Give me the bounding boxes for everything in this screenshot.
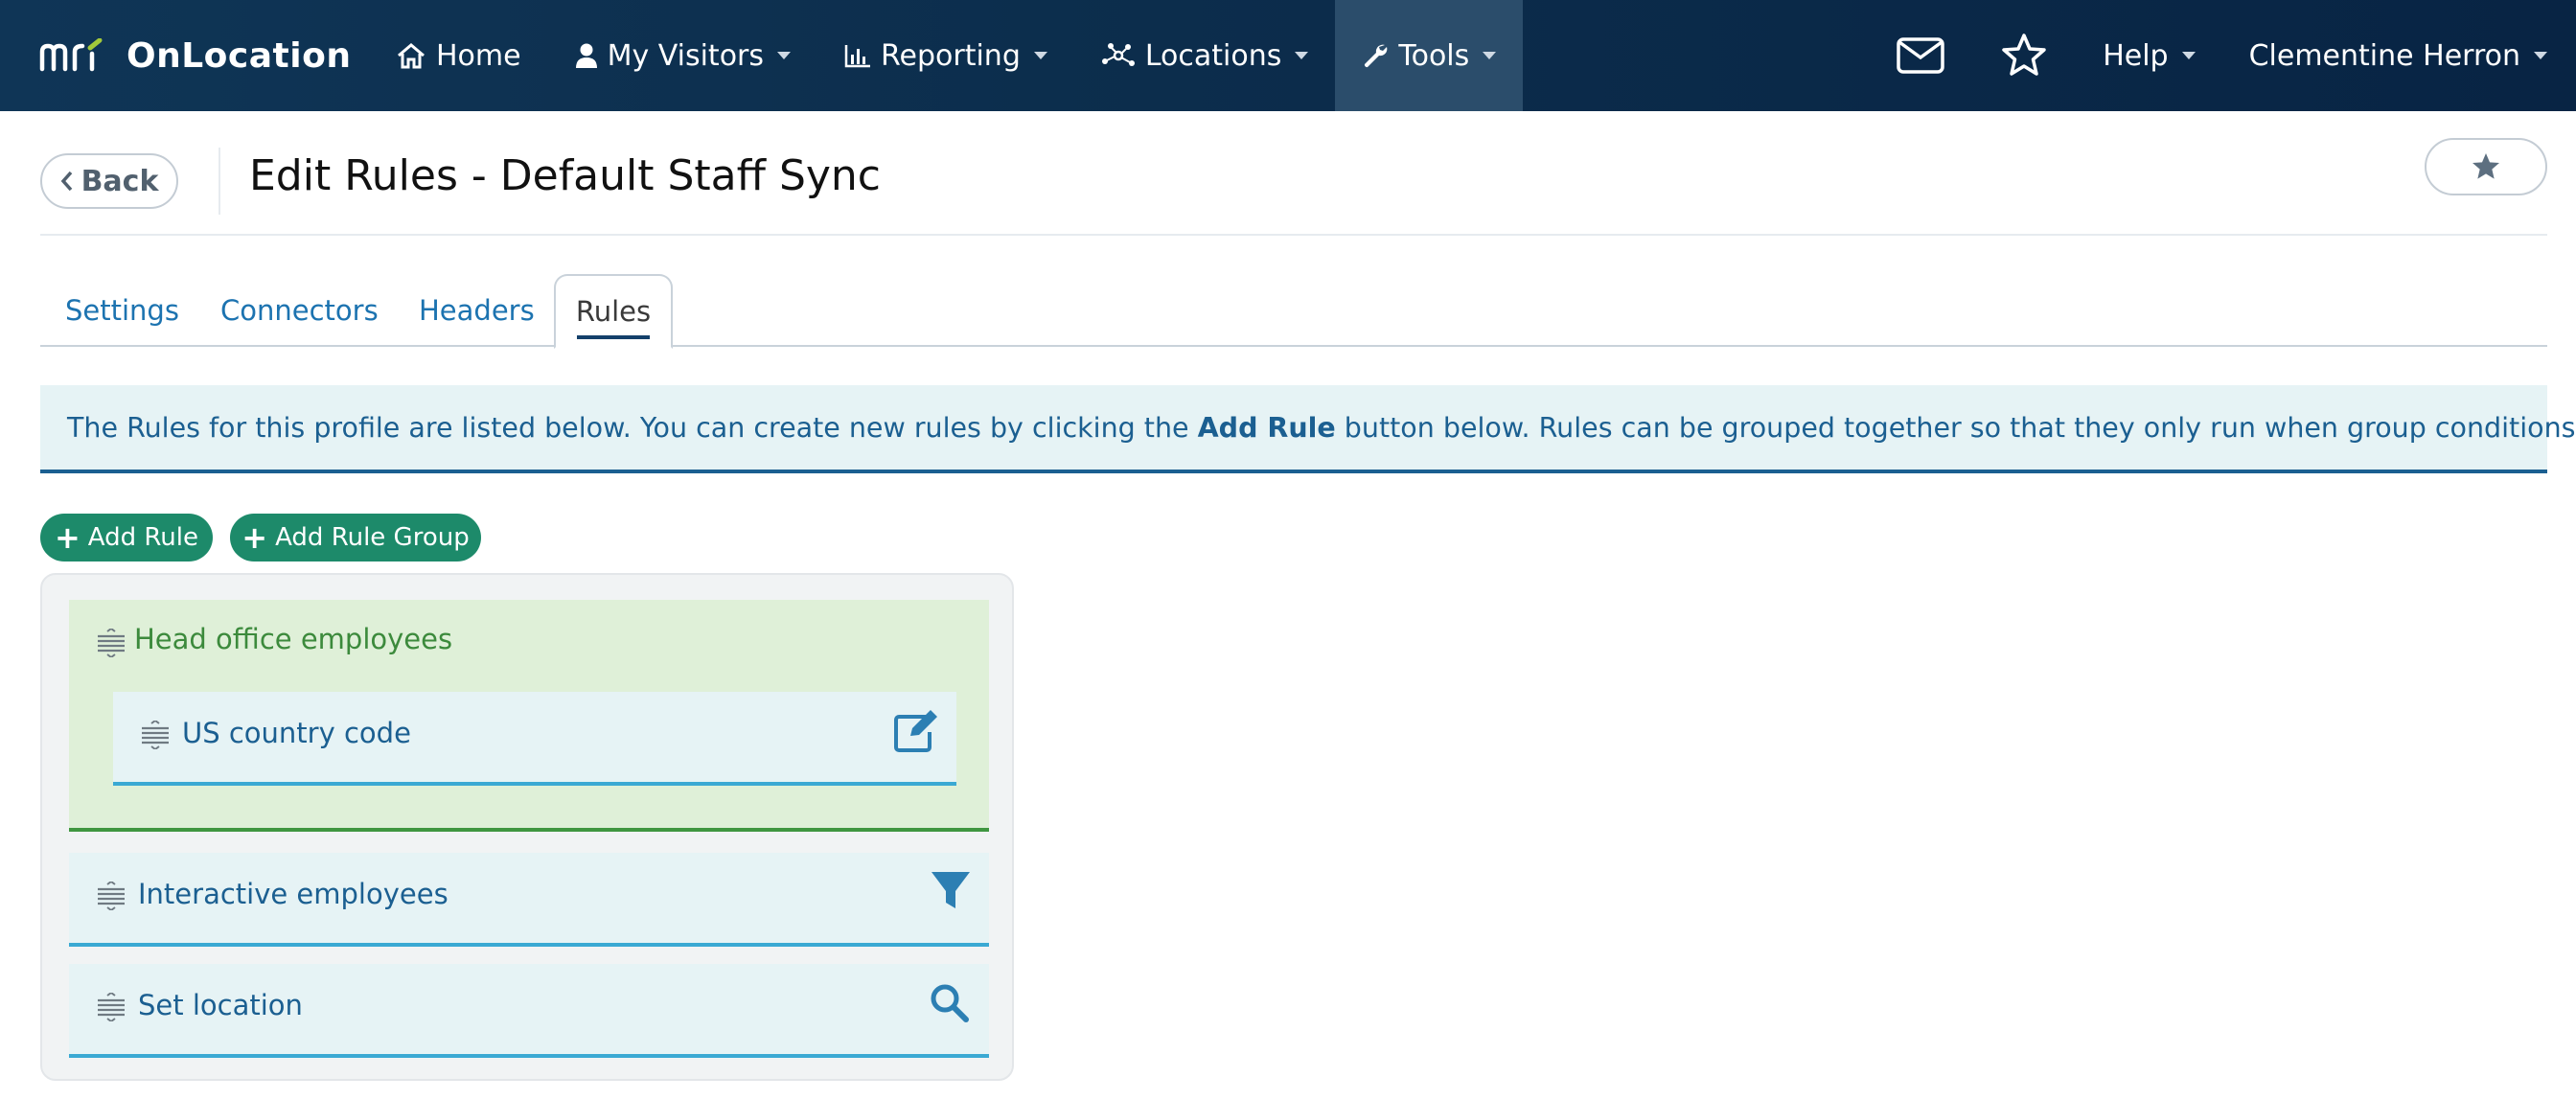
star-icon bbox=[2470, 151, 2502, 182]
nav-tools-label: Tools bbox=[1398, 38, 1470, 73]
user-name: Clementine Herron bbox=[2248, 38, 2520, 73]
chevron-left-icon bbox=[60, 171, 74, 192]
rule-label: US country code bbox=[182, 717, 411, 749]
brand[interactable]: OnLocation bbox=[0, 0, 369, 111]
home-icon bbox=[396, 42, 426, 69]
alert-text-bold: Add Rule bbox=[1197, 411, 1336, 444]
brand-name: OnLocation bbox=[126, 35, 352, 76]
tab-bar: Settings Connectors Headers Rules bbox=[40, 274, 2547, 349]
tab-rules[interactable]: Rules bbox=[554, 274, 673, 349]
nav-my-visitors-label: My Visitors bbox=[607, 38, 765, 73]
search-icon[interactable] bbox=[930, 983, 970, 1023]
nav-home[interactable]: Home bbox=[369, 0, 548, 111]
tab-connectors[interactable]: Connectors bbox=[220, 274, 379, 347]
back-button-label: Back bbox=[80, 164, 159, 198]
network-icon bbox=[1101, 42, 1136, 69]
alert-text-before: The Rules for this profile are listed be… bbox=[67, 411, 1198, 444]
mri-logo bbox=[38, 38, 109, 73]
tab-connectors-label: Connectors bbox=[220, 294, 379, 327]
tab-settings[interactable]: Settings bbox=[65, 274, 179, 347]
favorites-button[interactable] bbox=[1972, 0, 2076, 111]
alert-text-after: button below. Rules can be grouped toget… bbox=[1335, 411, 2576, 444]
rules-list: Head office employees US country code In… bbox=[40, 573, 1014, 1081]
chevron-down-icon bbox=[2534, 52, 2547, 59]
nav-reporting[interactable]: Reporting bbox=[817, 0, 1074, 111]
tab-settings-label: Settings bbox=[65, 294, 179, 327]
chevron-down-icon bbox=[1033, 52, 1047, 59]
nav-locations-label: Locations bbox=[1144, 38, 1282, 73]
nav-locations[interactable]: Locations bbox=[1074, 0, 1336, 111]
rule-item-interactive-employees[interactable]: Interactive employees bbox=[69, 853, 989, 947]
envelope-icon bbox=[1897, 37, 1944, 74]
add-rule-group-label: Add Rule Group bbox=[275, 523, 470, 552]
rule-group-title: Head office employees bbox=[134, 623, 453, 655]
filter-icon[interactable] bbox=[930, 870, 972, 912]
chevron-down-icon bbox=[1483, 52, 1497, 59]
add-rule-group-button[interactable]: + Add Rule Group bbox=[230, 514, 481, 561]
edit-icon[interactable] bbox=[893, 709, 939, 753]
info-alert: The Rules for this profile are listed be… bbox=[40, 385, 2576, 473]
top-navbar: OnLocation Home My Visitors Reporting Lo… bbox=[0, 0, 2576, 111]
active-tab-underline bbox=[577, 335, 650, 339]
plus-icon: + bbox=[242, 519, 268, 556]
nav-reporting-label: Reporting bbox=[881, 38, 1021, 73]
drag-handle-icon[interactable] bbox=[96, 993, 126, 1021]
drag-handle-icon[interactable] bbox=[96, 882, 126, 910]
nav-my-visitors[interactable]: My Visitors bbox=[548, 0, 817, 111]
drag-handle-icon[interactable] bbox=[96, 629, 126, 657]
wrench-icon bbox=[1362, 42, 1389, 69]
tab-headers[interactable]: Headers bbox=[419, 274, 535, 347]
chevron-down-icon bbox=[1295, 52, 1309, 59]
chevron-down-icon bbox=[2181, 52, 2196, 59]
tab-headers-label: Headers bbox=[419, 294, 535, 327]
nav-help-label: Help bbox=[2103, 38, 2169, 73]
tab-rules-label: Rules bbox=[575, 295, 652, 328]
header-divider bbox=[218, 148, 220, 215]
nav-help[interactable]: Help bbox=[2076, 0, 2221, 111]
bar-chart-icon bbox=[844, 43, 871, 68]
drag-handle-icon[interactable] bbox=[140, 721, 171, 749]
rule-item-us-country-code[interactable]: US country code bbox=[113, 692, 956, 786]
rule-label: Set location bbox=[138, 989, 303, 1021]
user-icon bbox=[575, 42, 598, 69]
back-button[interactable]: Back bbox=[40, 153, 178, 209]
nav-tools[interactable]: Tools bbox=[1335, 0, 1524, 111]
plus-icon: + bbox=[54, 519, 80, 556]
rule-label: Interactive employees bbox=[138, 878, 448, 910]
page-title: Edit Rules - Default Staff Sync bbox=[249, 151, 881, 200]
chevron-down-icon bbox=[777, 52, 792, 59]
favorite-page-button[interactable] bbox=[2425, 138, 2547, 195]
rule-group[interactable]: Head office employees US country code bbox=[69, 600, 989, 832]
rule-item-set-location[interactable]: Set location bbox=[69, 964, 989, 1058]
user-menu[interactable]: Clementine Herron bbox=[2222, 0, 2547, 111]
messages-button[interactable] bbox=[1869, 0, 1972, 111]
add-rule-button[interactable]: + Add Rule bbox=[40, 514, 213, 561]
add-rule-label: Add Rule bbox=[87, 523, 198, 552]
page-header: Back Edit Rules - Default Staff Sync bbox=[40, 138, 2547, 236]
nav-home-label: Home bbox=[436, 38, 521, 73]
star-icon bbox=[2000, 33, 2048, 79]
